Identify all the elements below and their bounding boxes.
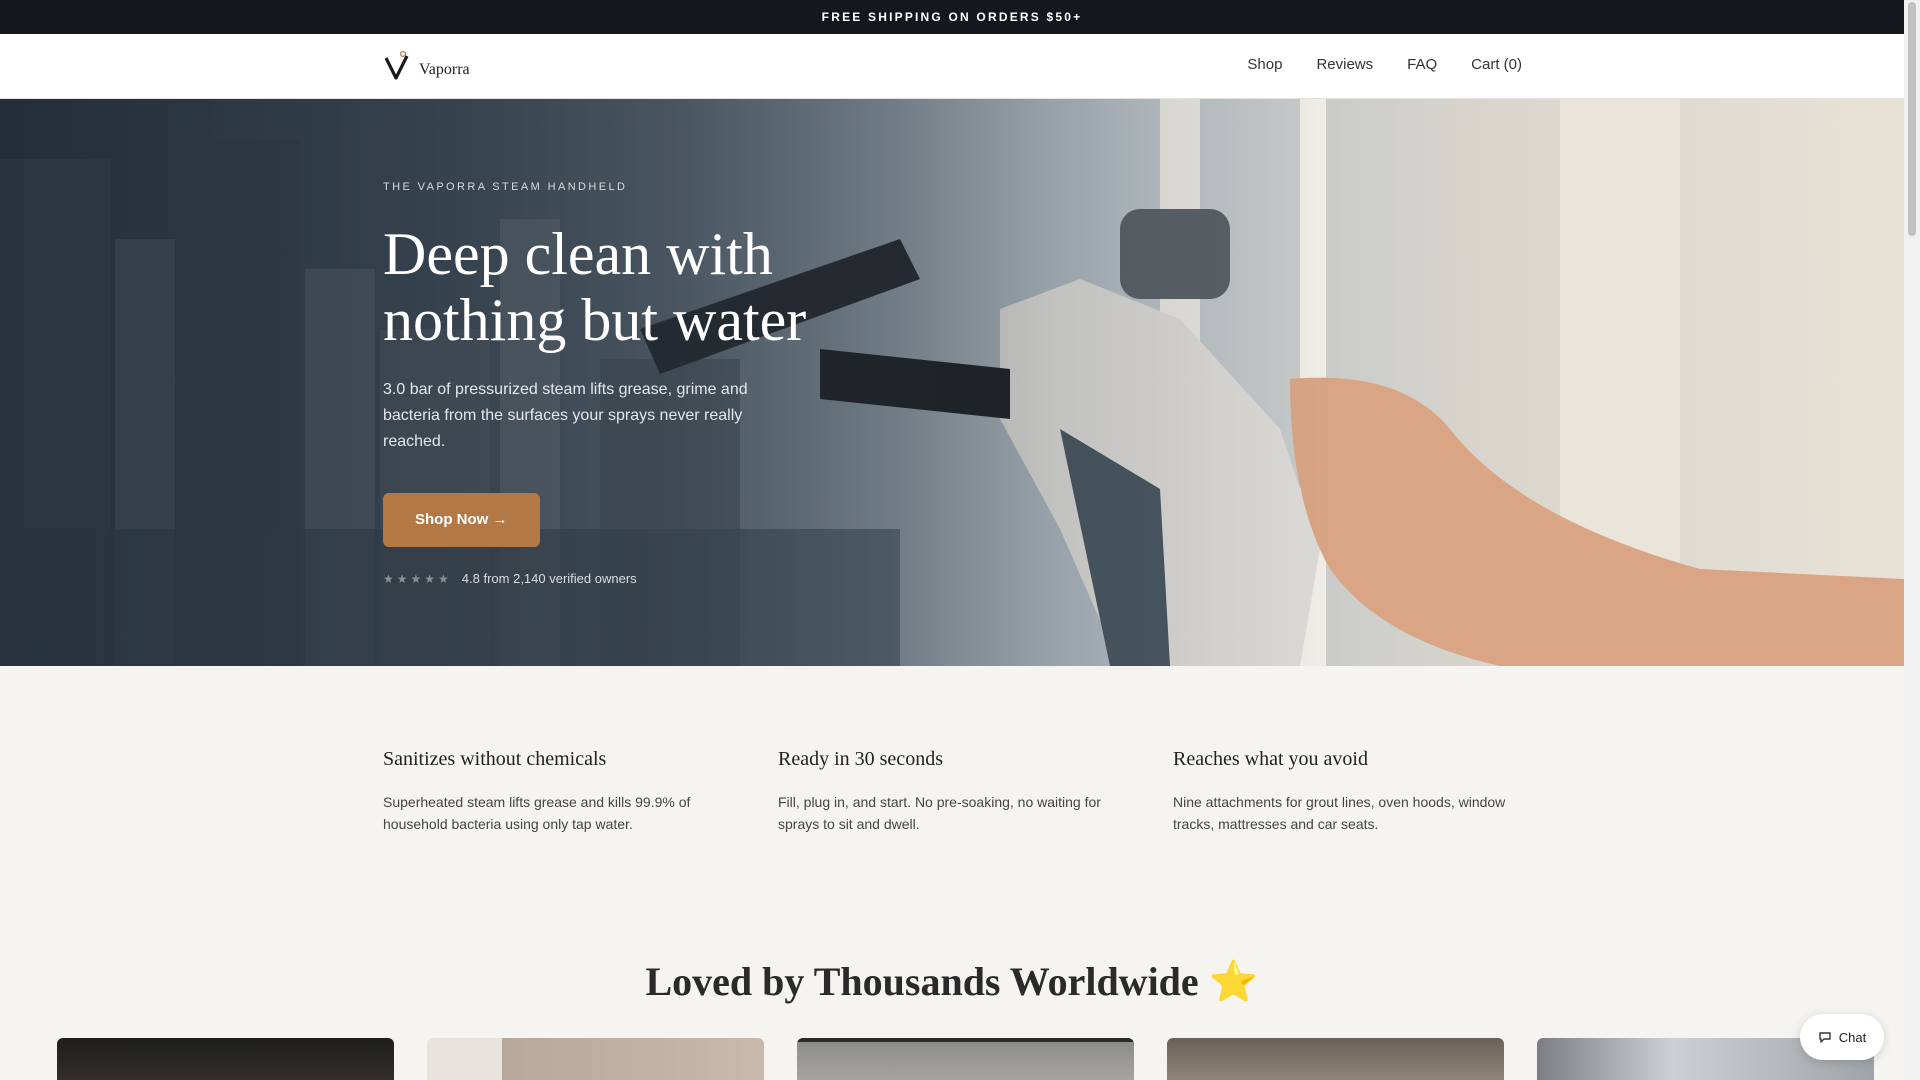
feature-text: Fill, plug in, and start. No pre-soaking… <box>778 794 1101 832</box>
logo-text: Vaporra <box>419 61 470 78</box>
feature-title: Reaches what you avoid <box>1173 748 1368 770</box>
shop-now-button[interactable]: Shop Now → <box>383 493 540 547</box>
feature-item: Ready in 30 seconds Fill, plug in, and s… <box>778 748 1125 835</box>
star-icon: ⭐ <box>1208 959 1259 1004</box>
testimonials-heading-text: Loved by Thousands Worldwide <box>645 959 1199 1004</box>
testimonial-card[interactable] <box>1167 1038 1504 1080</box>
announcement-text: FREE SHIPPING ON ORDERS $50+ <box>821 10 1083 24</box>
headline-line-2: nothing but water <box>383 287 807 353</box>
chat-label: Chat <box>1838 1029 1867 1045</box>
hero-eyebrow: THE VAPORRA STEAM HANDHELD <box>383 181 628 193</box>
feature-item: Sanitizes without chemicals Superheated … <box>383 748 730 835</box>
feature-text: Superheated steam lifts grease and kills… <box>383 794 691 832</box>
testimonials-heading: Loved by Thousands Worldwide ⭐ <box>0 958 1904 1005</box>
hero-banner: THE VAPORRA STEAM HANDHELD Deep clean wi… <box>0 99 1904 666</box>
features-section: Sanitizes without chemicals Superheated … <box>383 748 1520 835</box>
nav-faq[interactable]: FAQ <box>1407 56 1437 73</box>
site-header: Vaporra Shop Reviews FAQ Cart (0) <box>0 34 1904 99</box>
testimonial-card[interactable] <box>57 1038 394 1080</box>
main-nav: Shop Reviews FAQ Cart (0) <box>1247 56 1522 73</box>
testimonial-card[interactable] <box>797 1038 1134 1080</box>
feature-title: Ready in 30 seconds <box>778 748 943 770</box>
logo[interactable]: Vaporra <box>383 50 470 82</box>
nav-cart[interactable]: Cart (0) <box>1471 56 1522 73</box>
rating-stars-icon: ★★★★★ <box>383 571 452 586</box>
feature-title: Sanitizes without chemicals <box>383 748 607 770</box>
feature-text: Nine attachments for grout lines, oven h… <box>1173 794 1506 832</box>
hero-overlay <box>0 99 1904 666</box>
vaporra-logo-icon <box>384 50 409 80</box>
chat-icon <box>1819 1032 1831 1043</box>
scrollbar-thumb[interactable] <box>1908 2 1916 236</box>
nav-reviews[interactable]: Reviews <box>1316 56 1373 73</box>
feature-item: Reaches what you avoid Nine attachments … <box>1173 748 1520 835</box>
testimonial-carousel <box>57 1038 1874 1080</box>
chat-button[interactable]: Chat <box>1800 1014 1884 1060</box>
announcement-bar: FREE SHIPPING ON ORDERS $50+ <box>0 0 1904 34</box>
hero-rating: ★★★★★ 4.8 from 2,140 verified owners <box>383 571 843 586</box>
hero-subcopy: 3.0 bar of pressurized steam lifts greas… <box>383 381 748 450</box>
nav-shop[interactable]: Shop <box>1247 56 1282 73</box>
hero-headline: Deep clean with nothing but water <box>383 221 843 353</box>
hero-content: THE VAPORRA STEAM HANDHELD Deep clean wi… <box>383 181 843 586</box>
page-scrollbar[interactable] <box>1904 0 1920 1080</box>
headline-line-1: Deep clean with <box>383 221 773 287</box>
rating-text: 4.8 from 2,140 verified owners <box>461 571 637 586</box>
testimonial-card[interactable] <box>427 1038 764 1080</box>
